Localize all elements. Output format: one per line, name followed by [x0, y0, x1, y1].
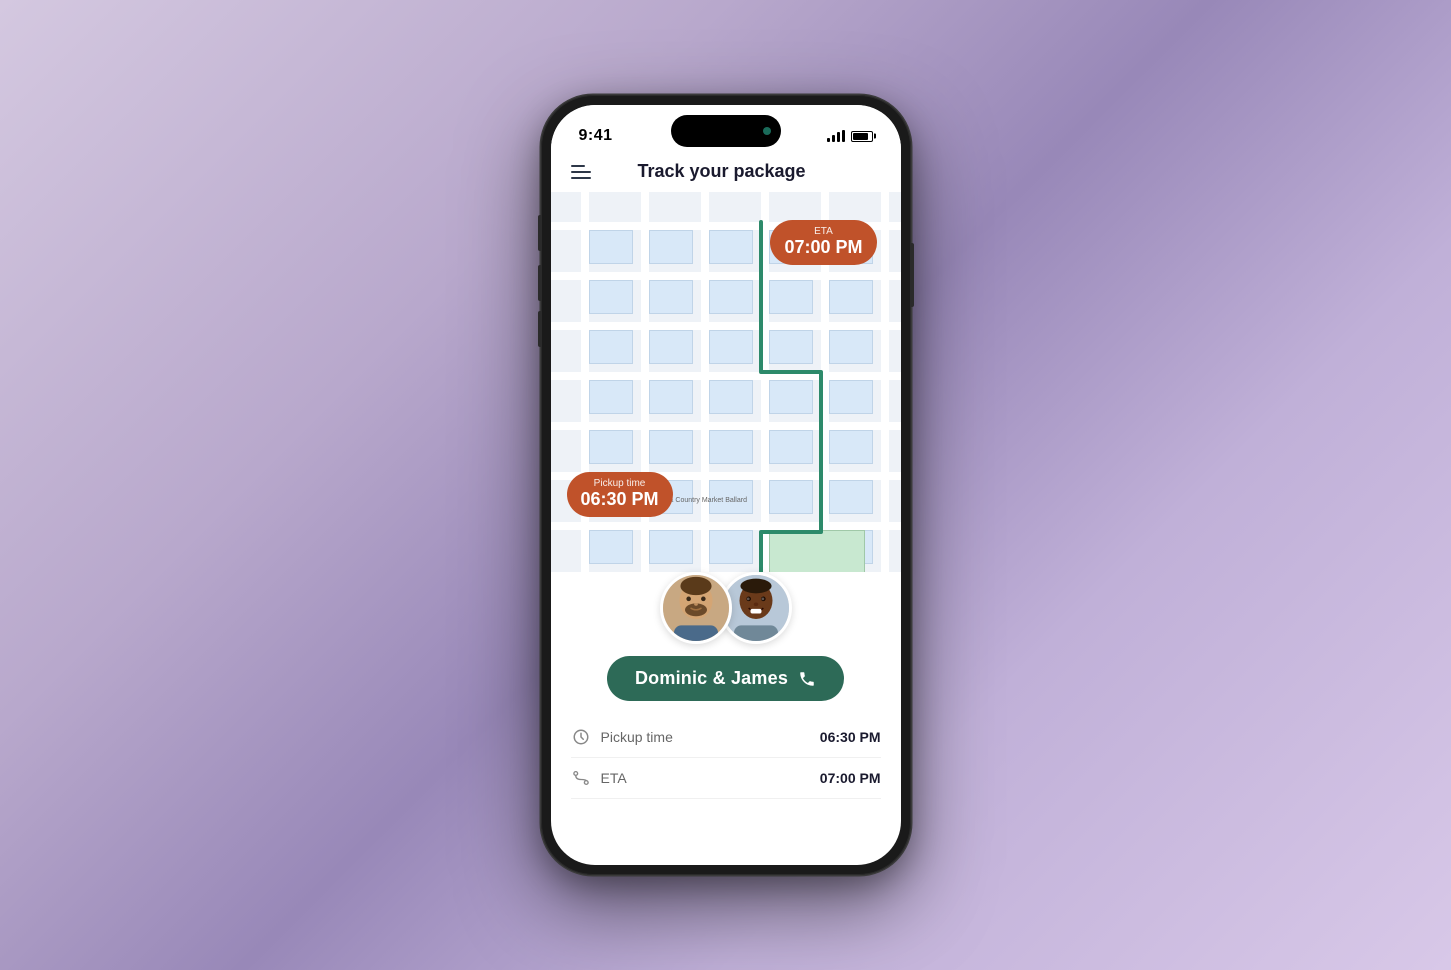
eta-badge: ETA 07:00 PM — [770, 220, 876, 265]
pickup-badge-label: Pickup time — [581, 478, 659, 489]
route-icon — [571, 768, 591, 788]
drivers-section: Dominic & James — [571, 572, 881, 799]
driver-name-button[interactable]: Dominic & James — [607, 656, 844, 701]
bottom-panel: Dominic & James — [551, 572, 901, 819]
status-bar: 9:41 — [551, 105, 901, 153]
info-row-eta: ETA 07:00 PM — [571, 758, 881, 799]
driver-name-label: Dominic & James — [635, 668, 788, 689]
eta-badge-time: 07:00 PM — [784, 237, 862, 259]
eta-badge-label: ETA — [784, 226, 862, 237]
page-title: Track your package — [563, 161, 881, 182]
signal-icon — [827, 130, 845, 142]
clock-icon — [571, 727, 591, 747]
pickup-label: Pickup time — [601, 729, 673, 745]
info-rows: Pickup time 06:30 PM — [571, 717, 881, 799]
dynamic-island-dot — [763, 127, 771, 135]
phone-mockup: 9:41 Trac — [541, 95, 911, 875]
driver1-avatar — [660, 572, 732, 644]
app-header: Track your package — [551, 153, 901, 192]
eta-label: ETA — [601, 770, 627, 786]
pickup-badge: Pickup time 06:30 PM — [567, 472, 673, 517]
pickup-badge-time: 06:30 PM — [581, 489, 659, 511]
eta-value: 07:00 PM — [820, 770, 881, 786]
avatars-row — [660, 572, 792, 644]
dynamic-island — [671, 115, 781, 147]
battery-fill — [853, 133, 868, 140]
map-area: Ballard Goodwill McDonald's Town & Count… — [551, 192, 901, 632]
status-time: 9:41 — [579, 127, 613, 145]
info-row-pickup: Pickup time 06:30 PM — [571, 717, 881, 758]
status-icons — [827, 130, 873, 142]
battery-icon — [851, 131, 873, 142]
phone-screen: 9:41 Trac — [551, 105, 901, 865]
pickup-value: 06:30 PM — [820, 729, 881, 745]
phone-icon — [798, 670, 816, 688]
